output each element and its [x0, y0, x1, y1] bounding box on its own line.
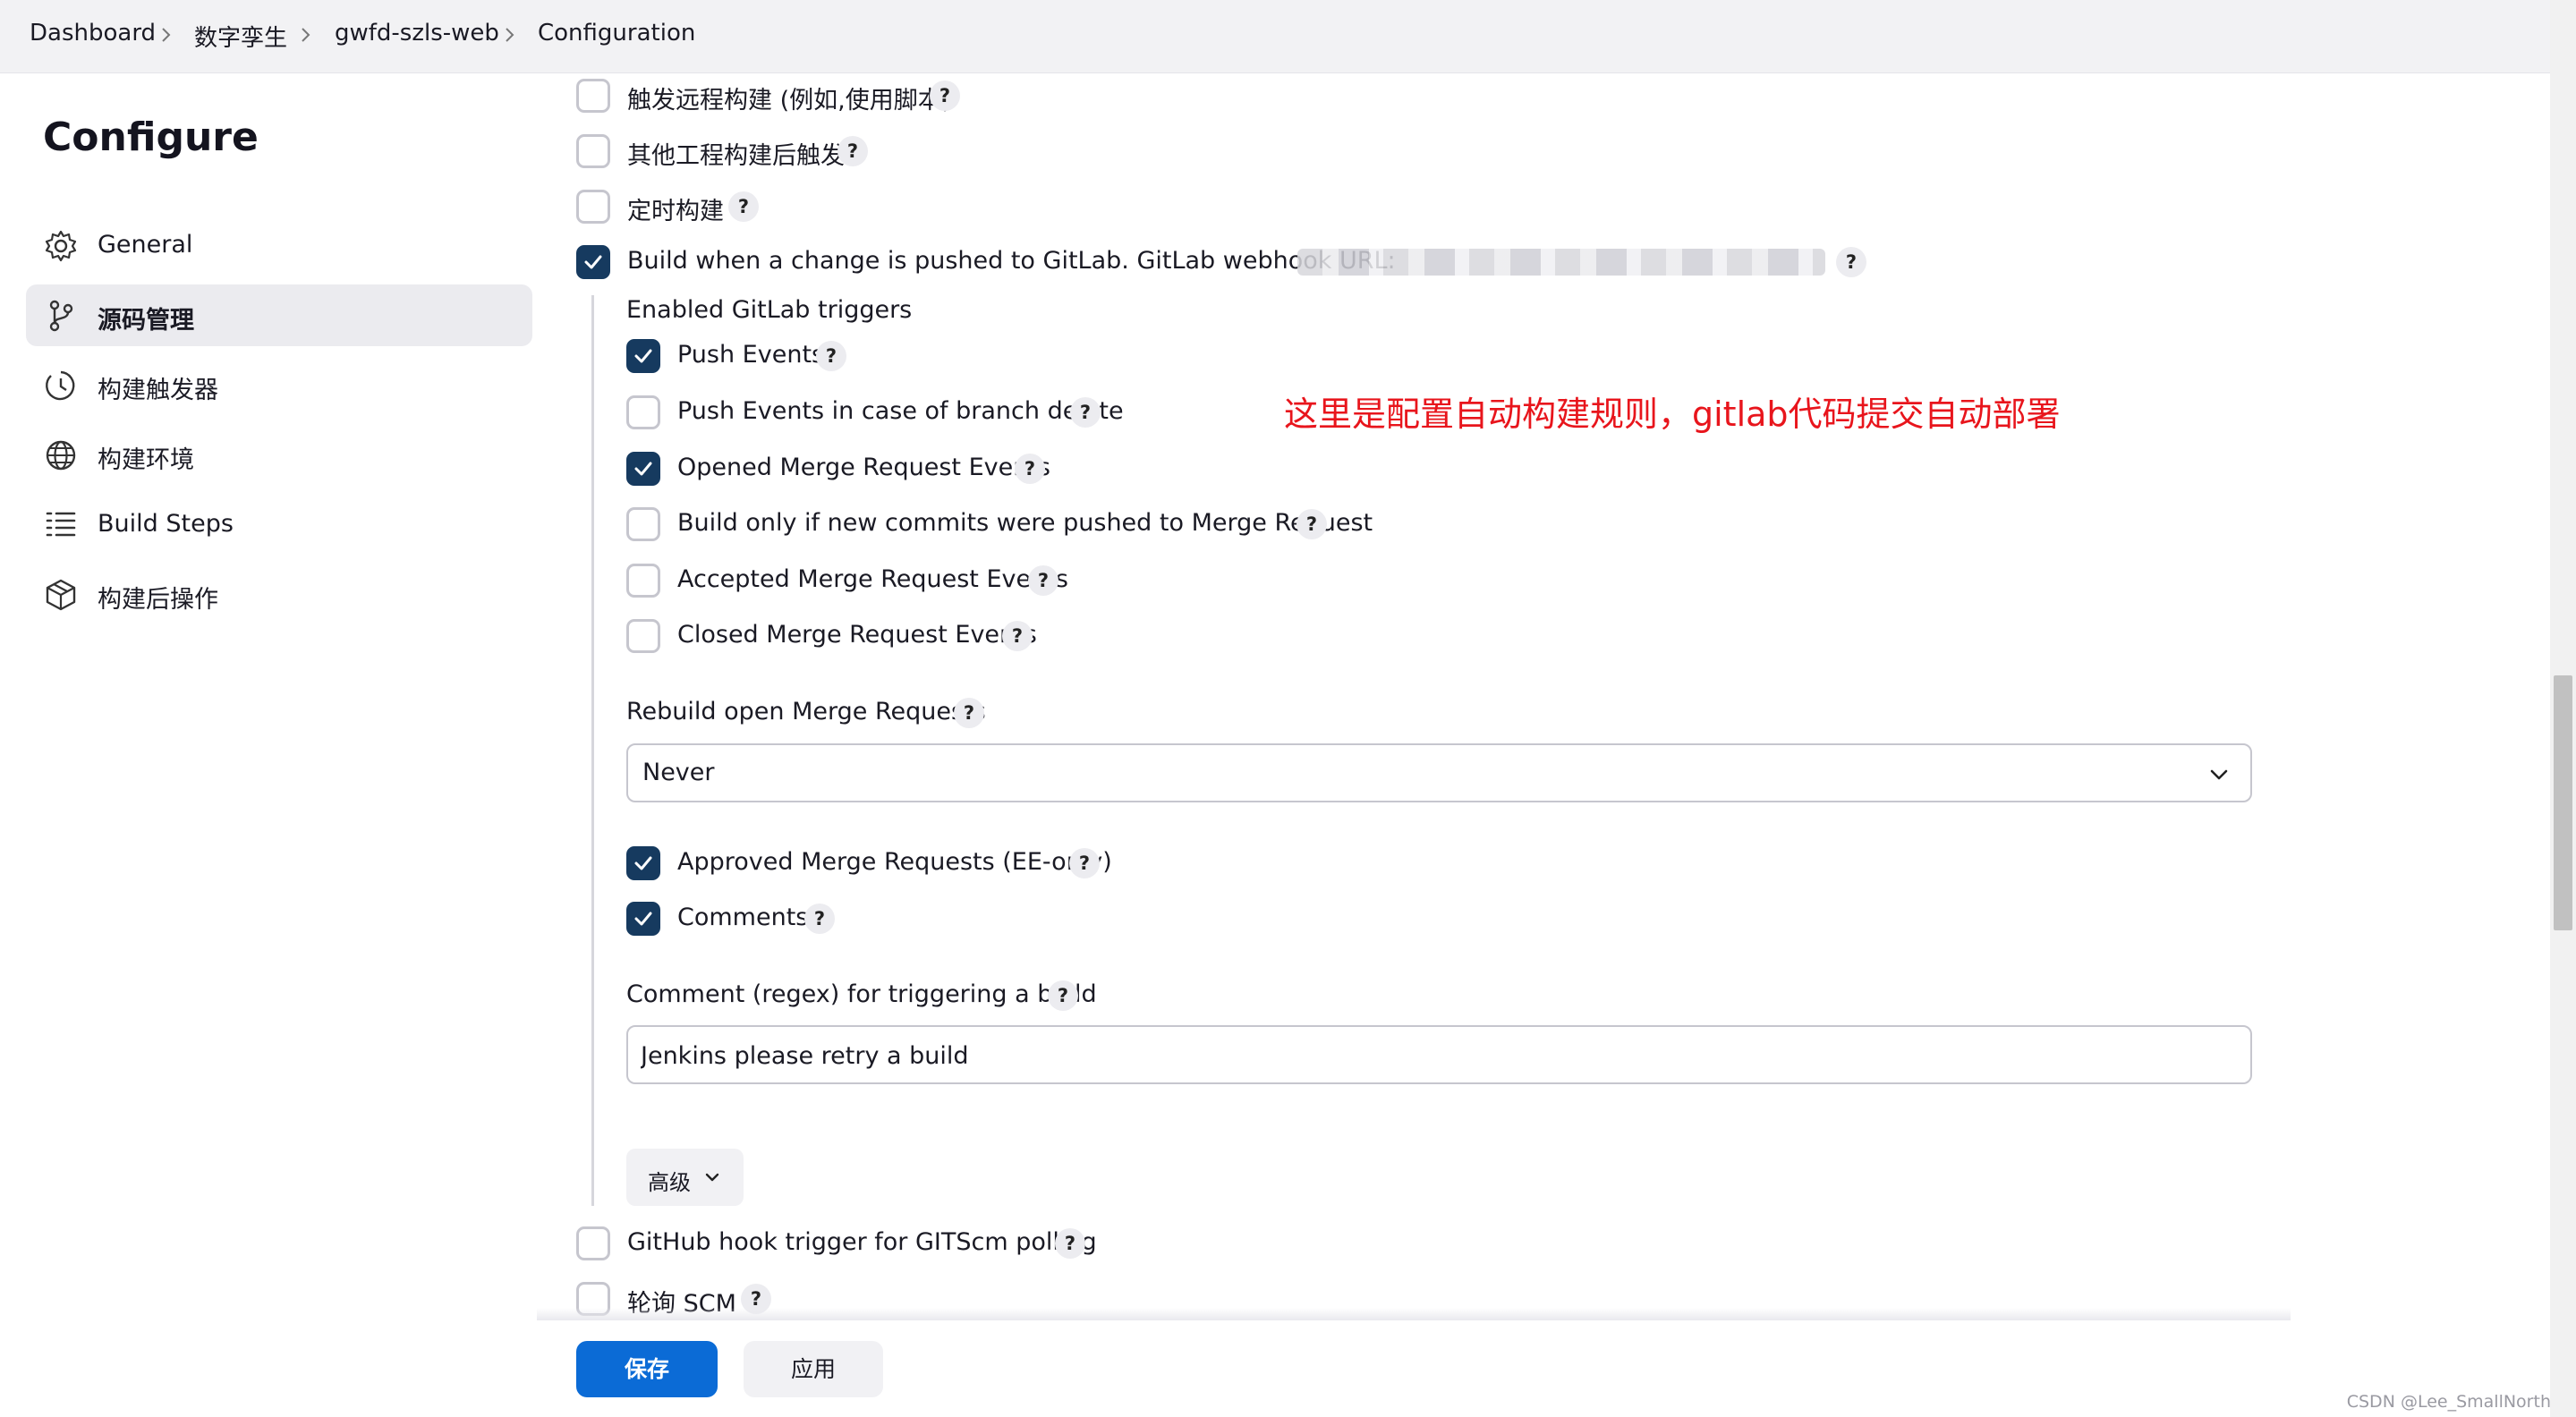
chevron-right-icon	[297, 23, 315, 47]
breadcrumb: Dashboard 数字孪生 gwfd-szls-web Configurati…	[0, 0, 2550, 73]
help-icon[interactable]: ?	[1048, 980, 1078, 1011]
sidebar-item-label: 构建环境	[98, 446, 194, 474]
rebuild-mr-select[interactable]: Never	[626, 743, 2252, 802]
breadcrumb-dashboard[interactable]: Dashboard	[30, 20, 156, 47]
opened-mr-checkbox[interactable]	[626, 452, 660, 486]
gitlab-trigger-label: Build when a change is pushed to GitLab.…	[627, 247, 1396, 275]
enabled-gitlab-triggers-label: Enabled GitLab triggers	[626, 296, 913, 324]
help-icon[interactable]: ?	[804, 904, 835, 934]
help-icon[interactable]: ?	[837, 136, 868, 166]
gitlab-trigger-checkbox[interactable]	[576, 245, 610, 279]
push-branch-delete-checkbox[interactable]	[626, 395, 660, 429]
gear-icon	[44, 229, 78, 263]
watermark: CSDN @Lee_SmallNorth	[2346, 1392, 2551, 1412]
source-branch-icon	[44, 299, 78, 333]
rebuild-mr-label: Rebuild open Merge Requests	[626, 698, 986, 725]
remote-trigger-checkbox[interactable]	[576, 79, 610, 113]
checkmark-icon	[634, 856, 652, 870]
comment-regex-input[interactable]	[641, 1038, 2233, 1073]
annotation-text: 这里是配置自动构建规则，gitlab代码提交自动部署	[1284, 395, 2061, 434]
globe-icon	[44, 438, 78, 472]
breadcrumb-folder[interactable]: 数字孪生	[194, 20, 287, 53]
closed-mr-label: Closed Merge Request Events	[677, 621, 1037, 649]
clock-icon	[44, 369, 78, 403]
sidebar-item-label: 源码管理	[98, 307, 194, 335]
comment-regex-label: Comment (regex) for triggering a build	[626, 980, 1097, 1008]
webhook-url-redacted	[1297, 249, 1825, 276]
save-button[interactable]: 保存	[576, 1341, 718, 1397]
apply-button[interactable]: 应用	[744, 1341, 883, 1397]
approved-mr-checkbox[interactable]	[626, 846, 660, 880]
comments-label: Comments	[677, 904, 809, 931]
sidebar-item-label: 构建触发器	[98, 377, 218, 404]
after-other-project-label: 其他工程构建后触发	[627, 142, 845, 170]
scrollbar-thumb[interactable]	[2554, 675, 2572, 930]
help-icon[interactable]: ?	[1836, 247, 1866, 277]
advanced-button[interactable]: 高级	[626, 1149, 744, 1206]
help-icon[interactable]: ?	[930, 81, 960, 111]
periodic-build-checkbox[interactable]	[576, 190, 610, 224]
github-hook-label: GitHub hook trigger for GITScm polling	[627, 1228, 1097, 1256]
sidebar-item-source-control[interactable]: 源码管理	[26, 284, 532, 346]
comment-regex-field[interactable]	[626, 1025, 2252, 1084]
accepted-mr-checkbox[interactable]	[626, 564, 660, 598]
help-icon[interactable]: ?	[1055, 1228, 1085, 1259]
rebuild-mr-value: Never	[642, 759, 715, 786]
help-icon[interactable]: ?	[1002, 621, 1033, 651]
sidebar-item-label: General	[98, 231, 193, 259]
bottom-bar-shadow	[537, 1308, 2291, 1320]
push-events-checkbox[interactable]	[626, 339, 660, 373]
sidebar-item-build-steps[interactable]: Build Steps	[26, 494, 532, 556]
after-other-project-checkbox[interactable]	[576, 134, 610, 168]
sidebar-item-label: Build Steps	[98, 510, 234, 538]
opened-mr-label: Opened Merge Request Events	[677, 454, 1050, 481]
chevron-right-icon	[157, 23, 175, 47]
accepted-mr-label: Accepted Merge Request Events	[677, 565, 1068, 593]
checkmark-icon	[634, 912, 652, 926]
github-hook-checkbox[interactable]	[576, 1226, 610, 1260]
checkmark-icon	[584, 255, 602, 269]
package-icon	[44, 578, 78, 612]
sidebar-item-post-build[interactable]: 构建后操作	[26, 564, 532, 625]
push-events-label: Push Events	[677, 341, 825, 369]
scrollbar[interactable]	[2550, 0, 2576, 1417]
approved-mr-label: Approved Merge Requests (EE-only)	[677, 848, 1112, 876]
help-icon[interactable]: ?	[1015, 454, 1045, 484]
chevron-down-icon	[2207, 763, 2231, 786]
help-icon[interactable]: ?	[816, 341, 846, 371]
breadcrumb-job[interactable]: gwfd-szls-web	[335, 20, 499, 47]
sidebar-item-general[interactable]: General	[26, 215, 532, 276]
help-icon[interactable]: ?	[728, 191, 759, 222]
breadcrumb-configuration[interactable]: Configuration	[538, 20, 695, 47]
help-icon[interactable]: ?	[1069, 848, 1100, 878]
new-commits-mr-label: Build only if new commits were pushed to…	[677, 509, 1373, 537]
checkmark-icon	[634, 462, 652, 476]
remote-trigger-label: 触发远程构建 (例如,使用脚本)	[627, 87, 952, 115]
checkmark-icon	[634, 349, 652, 363]
new-commits-mr-checkbox[interactable]	[626, 507, 660, 541]
sidebar-item-build-triggers[interactable]: 构建触发器	[26, 354, 532, 416]
help-icon[interactable]: ?	[1070, 397, 1101, 428]
chevron-right-icon	[501, 23, 519, 47]
push-branch-delete-label: Push Events in case of branch delete	[677, 397, 1124, 425]
help-icon[interactable]: ?	[1297, 509, 1327, 539]
chevron-down-icon	[703, 1168, 721, 1186]
help-icon[interactable]: ?	[1028, 565, 1058, 596]
closed-mr-checkbox[interactable]	[626, 619, 660, 653]
periodic-build-label: 定时构建	[627, 198, 724, 225]
list-icon	[44, 508, 78, 542]
advanced-label: 高级	[648, 1170, 691, 1195]
help-icon[interactable]: ?	[954, 698, 984, 728]
sidebar-item-label: 构建后操作	[98, 586, 218, 614]
section-divider	[591, 295, 594, 1206]
sidebar-item-build-environment[interactable]: 构建环境	[26, 424, 532, 486]
comments-checkbox[interactable]	[626, 902, 660, 936]
page-title: Configure	[43, 115, 259, 160]
